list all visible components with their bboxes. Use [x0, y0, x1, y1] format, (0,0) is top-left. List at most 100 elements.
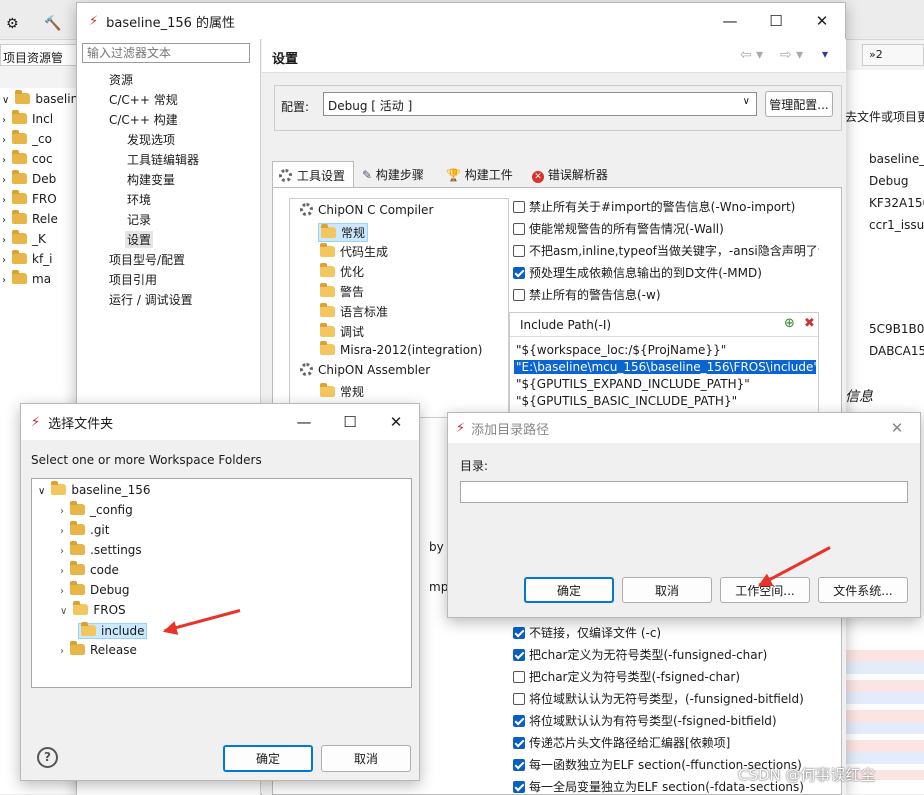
chevron-right-icon[interactable]: › — [60, 506, 64, 517]
props-tree-item[interactable]: 构建变量 — [125, 171, 177, 188]
props-tree-item[interactable]: 项目型号/配置 — [107, 251, 187, 268]
explorer-item[interactable]: › kf_i — [2, 250, 53, 266]
view-menu-icon[interactable]: ▾ — [822, 47, 828, 61]
explorer-item[interactable]: › FRO — [2, 190, 57, 206]
props-tree-item[interactable]: 工具链编辑器 — [125, 151, 201, 168]
folder-tree-item[interactable]: › Debug — [58, 581, 131, 597]
checkbox[interactable] — [513, 781, 525, 793]
explorer-item[interactable]: › coc — [2, 150, 53, 166]
tool-tree-item[interactable]: ChipON Assembler — [298, 363, 432, 377]
checkbox[interactable] — [513, 289, 525, 301]
include-path-item[interactable]: "${GPUTILS_BASIC_INCLUDE_PATH}" — [514, 394, 816, 408]
props-tree-item[interactable]: C/C++ 常规 — [107, 91, 180, 108]
filter-input[interactable] — [82, 43, 250, 63]
help-icon[interactable]: ? — [37, 747, 58, 768]
tool-tree-item[interactable]: 警告 — [318, 283, 366, 300]
option-checkbox-row[interactable]: 预处理生成依赖信息输出的到D文件(-MMD) — [513, 264, 819, 281]
tool-tree-item[interactable]: 常规 — [318, 223, 369, 242]
option-checkbox-row[interactable]: 将位域默认认为有符号类型(-fsigned-bitfield) — [513, 712, 819, 729]
folder-tree-item[interactable]: › code — [58, 561, 121, 577]
checkbox[interactable] — [513, 693, 525, 705]
back-arrow-icon[interactable]: ⇦ ▾ — [740, 47, 763, 63]
explorer-item[interactable]: › Rele — [2, 210, 58, 226]
option-checkbox-row[interactable]: 不链接，仅编译文件 (-c) — [513, 624, 819, 641]
tool-tree-item[interactable]: 优化 — [318, 263, 366, 280]
explorer-item[interactable]: › Deb — [2, 170, 56, 186]
minimize-button[interactable]: — — [707, 3, 753, 39]
option-checkbox-row[interactable]: 禁止所有的警告信息(-w) — [513, 286, 819, 303]
adddir-ok-button[interactable]: 确定 — [524, 577, 614, 603]
folder-tree-item[interactable]: › _config — [58, 501, 135, 517]
checkbox[interactable] — [513, 715, 525, 727]
option-checkbox-row[interactable]: 不把asm,inline,typeof当做关键字，-ansi隐含声明了该 — [513, 242, 819, 259]
folder-ok-button[interactable]: 确定 — [223, 745, 313, 772]
include-path-item[interactable]: "E:\baseline\mcu_156\baseline_156\FROS\i… — [514, 360, 816, 374]
project-explorer-tab[interactable]: 项目资源管 — [0, 44, 78, 66]
checkbox[interactable] — [513, 759, 525, 771]
manage-config-button[interactable]: 管理配置... — [765, 91, 833, 117]
props-tree-item[interactable]: 发现选项 — [125, 131, 177, 148]
include-path-item[interactable]: "${GPUTILS_EXPAND_INCLUDE_PATH}" — [514, 377, 816, 391]
props-tree-item[interactable]: 设置 — [125, 231, 154, 248]
maximize-button[interactable]: ☐ — [753, 3, 799, 39]
minimize-button[interactable]: — — [281, 404, 327, 440]
option-checkbox-row[interactable]: 使能常规警告的所有警告情况(-Wall) — [513, 220, 819, 237]
chevron-right-icon[interactable]: › — [60, 526, 64, 537]
props-tree-item[interactable]: 资源 — [107, 71, 135, 88]
folder-tree-item[interactable]: › .git — [58, 521, 111, 537]
option-checkbox-row[interactable]: 把char定义为符号类型(-fsigned-char) — [513, 668, 819, 685]
props-tree-item[interactable]: 运行 / 调试设置 — [107, 291, 195, 308]
explorer-item[interactable]: › _co — [2, 130, 52, 146]
tool-tree-item[interactable]: Misra-2012(integration) — [318, 341, 484, 357]
explorer-item[interactable]: › _K — [2, 230, 46, 246]
tab-build-steps[interactable]: ✎ 构建步骤 — [358, 161, 442, 187]
folder-tree-item[interactable]: › Release — [58, 641, 139, 657]
props-tree-item[interactable]: C/C++ 构建 — [107, 111, 180, 128]
checkbox[interactable] — [513, 245, 525, 257]
chevron-right-icon[interactable]: › — [60, 546, 64, 557]
option-checkbox-row[interactable]: 把char定义为无符号类型(-funsigned-char) — [513, 646, 819, 663]
editor-tab-hint[interactable]: »2 — [862, 44, 924, 66]
tool-tree-item[interactable]: ChipON C Compiler — [298, 203, 435, 217]
props-tree-item[interactable]: 环境 — [125, 191, 153, 208]
include-path-item[interactable]: "${workspace_loc:/${ProjName}}" — [514, 343, 816, 357]
config-select[interactable]: Debug [ 活动 ] ∨ — [323, 92, 757, 116]
props-tree-item[interactable]: 记录 — [125, 211, 153, 228]
checkbox[interactable] — [513, 627, 525, 639]
checkbox[interactable] — [513, 737, 525, 749]
explorer-item[interactable]: › ma — [2, 270, 51, 286]
close-button[interactable]: ✕ — [373, 404, 419, 440]
explorer-item[interactable]: ∨ baseline — [2, 90, 86, 106]
toolbar-gear-icon[interactable]: ⚙ — [6, 16, 19, 32]
tab-tool-settings[interactable]: 工具设置 — [272, 161, 354, 187]
add-path-icon[interactable]: ⊕ — [784, 316, 795, 331]
checkbox[interactable] — [513, 267, 525, 279]
tool-tree-item[interactable]: 语言标准 — [318, 303, 390, 320]
option-checkbox-row[interactable]: 传递芯片头文件路径给汇编器[依赖项] — [513, 734, 819, 751]
chevron-down-icon[interactable]: ∨ — [60, 606, 67, 617]
close-button[interactable]: ✕ — [799, 3, 845, 39]
props-tree-item[interactable]: 项目引用 — [107, 271, 159, 288]
chevron-right-icon[interactable]: › — [60, 646, 64, 657]
checkbox[interactable] — [513, 671, 525, 683]
checkbox[interactable] — [513, 201, 525, 213]
delete-path-icon[interactable]: ✖ — [804, 316, 815, 331]
maximize-button[interactable]: ☐ — [327, 404, 373, 440]
folder-tree-item[interactable]: › .settings — [58, 541, 144, 557]
adddir-cancel-button[interactable]: 取消 — [622, 577, 712, 603]
directory-input[interactable] — [460, 481, 908, 503]
tool-tree-item[interactable]: 代码生成 — [318, 243, 390, 260]
tool-tree-item[interactable]: 常规 — [318, 383, 366, 400]
close-button[interactable]: ✕ — [874, 413, 920, 443]
tab-error-parsers[interactable]: ✕ 错误解析器 — [528, 161, 622, 187]
folder-tree-item[interactable]: include — [78, 622, 148, 639]
option-checkbox-row[interactable]: 将位域默认认为无符号类型，(-funsigned-bitfield) — [513, 690, 819, 707]
option-checkbox-row[interactable]: 禁止所有关于#import的警告信息(-Wno-import) — [513, 198, 819, 215]
tool-tree-item[interactable]: 调试 — [318, 323, 366, 340]
filesystem-button[interactable]: 文件系统... — [818, 577, 908, 603]
explorer-item[interactable]: › Incl — [2, 110, 53, 126]
forward-arrow-icon[interactable]: ⇨ ▾ — [780, 47, 803, 63]
folder-cancel-button[interactable]: 取消 — [321, 745, 411, 772]
checkbox[interactable] — [513, 223, 525, 235]
folder-tree-root[interactable]: ∨ baseline_156 — [38, 481, 151, 497]
